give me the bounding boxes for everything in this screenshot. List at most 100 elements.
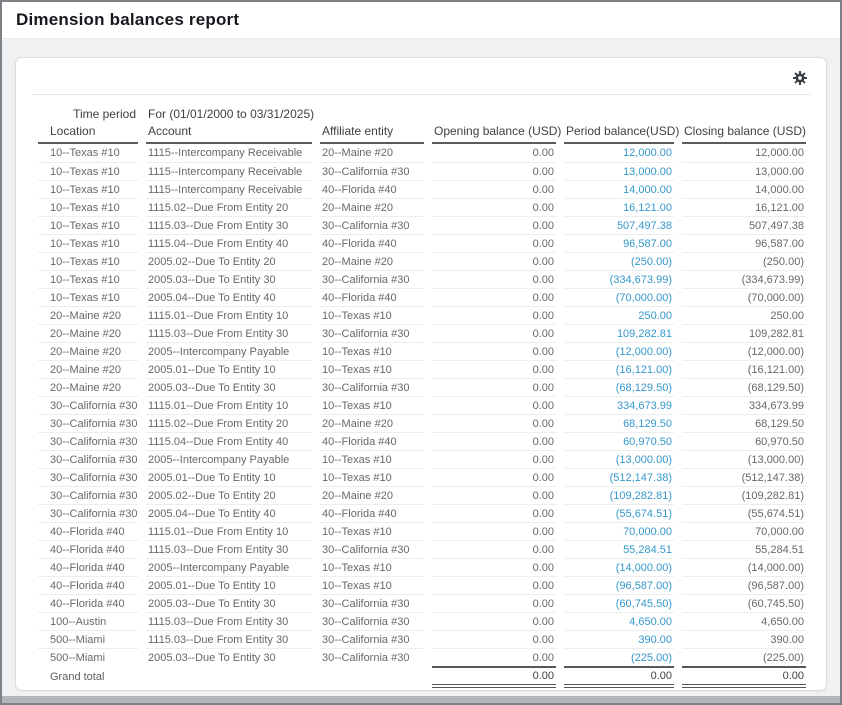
- period-balance-link[interactable]: 55,284.51: [623, 544, 672, 556]
- column-header-opening-balance: Opening balance (USD): [432, 122, 556, 144]
- period-balance-link[interactable]: 96,587.00: [623, 238, 672, 250]
- period-balance-cell: 68,129.50: [564, 414, 674, 432]
- table-row: 20--Maine #20 2005.01--Due To Entity 10 …: [38, 360, 806, 378]
- location-cell: 10--Texas #10: [38, 216, 138, 234]
- table-row: 30--California #30 2005.01--Due To Entit…: [38, 468, 806, 486]
- opening-balance-cell: 0.00: [432, 468, 556, 486]
- period-balance-cell: 507,497.38: [564, 216, 674, 234]
- table-row: 30--California #30 2005.02--Due To Entit…: [38, 486, 806, 504]
- period-balance-link[interactable]: 13,000.00: [623, 166, 672, 178]
- account-cell: 1115--Intercompany Receivable: [146, 162, 312, 180]
- period-balance-cell: (14,000.00): [564, 558, 674, 576]
- period-balance-link[interactable]: (109,282.81): [610, 490, 672, 502]
- column-header-account: Account: [146, 122, 312, 144]
- table-row: 10--Texas #10 1115--Intercompany Receiva…: [38, 144, 806, 162]
- closing-balance-cell: 14,000.00: [682, 180, 806, 198]
- location-cell: 20--Maine #20: [38, 378, 138, 396]
- location-cell: 10--Texas #10: [38, 252, 138, 270]
- opening-balance-cell: 0.00: [432, 324, 556, 342]
- table-row: 10--Texas #10 2005.02--Due To Entity 20 …: [38, 252, 806, 270]
- period-balance-link[interactable]: (12,000.00): [616, 346, 672, 358]
- table-row: 40--Florida #40 1115.01--Due From Entity…: [38, 522, 806, 540]
- period-balance-cell: 390.00: [564, 630, 674, 648]
- period-balance-cell: (68,129.50): [564, 378, 674, 396]
- account-cell: 2005.03--Due To Entity 30: [146, 594, 312, 612]
- column-header-closing-balance: Closing balance (USD): [682, 122, 806, 144]
- account-cell: 1115.03--Due From Entity 30: [146, 324, 312, 342]
- opening-balance-cell: 0.00: [432, 378, 556, 396]
- location-cell: 10--Texas #10: [38, 162, 138, 180]
- location-cell: 40--Florida #40: [38, 558, 138, 576]
- period-balance-link[interactable]: (250.00): [631, 256, 672, 268]
- period-balance-link[interactable]: (68,129.50): [616, 382, 672, 394]
- location-cell: 10--Texas #10: [38, 144, 138, 162]
- location-cell: 30--California #30: [38, 450, 138, 468]
- table-row: 30--California #30 2005--Intercompany Pa…: [38, 450, 806, 468]
- account-cell: 2005--Intercompany Payable: [146, 450, 312, 468]
- table-row: 30--California #30 1115.02--Due From Ent…: [38, 414, 806, 432]
- closing-balance-cell: 4,650.00: [682, 612, 806, 630]
- opening-balance-cell: 0.00: [432, 360, 556, 378]
- affiliate-entity-cell: 10--Texas #10: [320, 360, 424, 378]
- period-balance-link[interactable]: (70,000.00): [616, 292, 672, 304]
- period-balance-cell: 109,282.81: [564, 324, 674, 342]
- period-balance-link[interactable]: 4,650.00: [629, 616, 672, 628]
- table-row: 40--Florida #40 1115.03--Due From Entity…: [38, 540, 806, 558]
- period-balance-link[interactable]: (13,000.00): [616, 454, 672, 466]
- period-balance-link[interactable]: 390.00: [638, 634, 672, 646]
- account-cell: 1115.01--Due From Entity 10: [146, 396, 312, 414]
- period-balance-link[interactable]: (55,674.51): [616, 508, 672, 520]
- period-balance-cell: (70,000.00): [564, 288, 674, 306]
- closing-balance-cell: 96,587.00: [682, 234, 806, 252]
- period-balance-link[interactable]: (60,745.50): [616, 598, 672, 610]
- table-row: 40--Florida #40 2005--Intercompany Payab…: [38, 558, 806, 576]
- period-balance-link[interactable]: (96,587.00): [616, 580, 672, 592]
- report-toolbar: [30, 66, 812, 92]
- affiliate-entity-cell: 30--California #30: [320, 648, 424, 666]
- period-balance-link[interactable]: 14,000.00: [623, 184, 672, 196]
- account-cell: 2005.01--Due To Entity 10: [146, 576, 312, 594]
- period-balance-link[interactable]: 68,129.50: [623, 418, 672, 430]
- location-cell: 10--Texas #10: [38, 270, 138, 288]
- period-balance-link[interactable]: 109,282.81: [617, 328, 672, 340]
- location-cell: 20--Maine #20: [38, 342, 138, 360]
- table-row: 500--Miami 1115.03--Due From Entity 30 3…: [38, 630, 806, 648]
- period-balance-link[interactable]: 70,000.00: [623, 526, 672, 538]
- period-balance-link[interactable]: (16,121.00): [616, 364, 672, 376]
- page-title: Dimension balances report: [16, 10, 239, 30]
- affiliate-entity-cell: 10--Texas #10: [320, 450, 424, 468]
- affiliate-entity-cell: 10--Texas #10: [320, 558, 424, 576]
- account-cell: 1115.03--Due From Entity 30: [146, 540, 312, 558]
- period-balance-cell: (16,121.00): [564, 360, 674, 378]
- opening-balance-cell: 0.00: [432, 198, 556, 216]
- period-balance-link[interactable]: 60,970.50: [623, 436, 672, 448]
- period-balance-link[interactable]: 334,673.99: [617, 400, 672, 412]
- closing-balance-cell: (12,000.00): [682, 342, 806, 360]
- period-balance-link[interactable]: 250.00: [638, 310, 672, 322]
- period-balance-cell: 250.00: [564, 306, 674, 324]
- period-balance-link[interactable]: (14,000.00): [616, 562, 672, 574]
- title-bar: Dimension balances report: [2, 2, 840, 39]
- closing-balance-cell: (70,000.00): [682, 288, 806, 306]
- closing-balance-cell: 334,673.99: [682, 396, 806, 414]
- account-cell: 1115.04--Due From Entity 40: [146, 234, 312, 252]
- period-balance-link[interactable]: 12,000.00: [623, 147, 672, 159]
- closing-balance-cell: (68,129.50): [682, 378, 806, 396]
- period-balance-cell: (60,745.50): [564, 594, 674, 612]
- settings-button[interactable]: [790, 69, 810, 89]
- affiliate-entity-cell: 30--California #30: [320, 630, 424, 648]
- opening-balance-cell: 0.00: [432, 504, 556, 522]
- period-balance-link[interactable]: 16,121.00: [623, 202, 672, 214]
- table-row: 10--Texas #10 1115.02--Due From Entity 2…: [38, 198, 806, 216]
- period-balance-link[interactable]: (512,147.38): [610, 472, 672, 484]
- column-header-location: Location: [38, 122, 138, 144]
- period-balance-link[interactable]: 507,497.38: [617, 220, 672, 232]
- opening-balance-cell: 0.00: [432, 486, 556, 504]
- affiliate-entity-cell: 30--California #30: [320, 378, 424, 396]
- period-balance-link[interactable]: (334,673.99): [610, 274, 672, 286]
- affiliate-entity-cell: 40--Florida #40: [320, 504, 424, 522]
- location-cell: 30--California #30: [38, 414, 138, 432]
- closing-balance-cell: (96,587.00): [682, 576, 806, 594]
- period-balance-cell: 13,000.00: [564, 162, 674, 180]
- period-balance-link[interactable]: (225.00): [631, 652, 672, 664]
